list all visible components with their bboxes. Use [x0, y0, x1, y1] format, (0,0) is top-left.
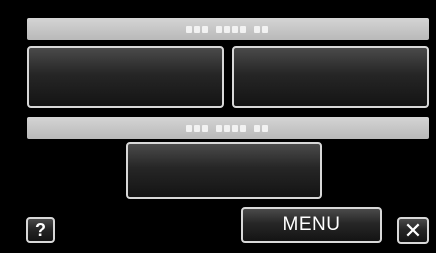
help-icon: ? — [35, 219, 46, 240]
title-bar-middle-text — [186, 124, 270, 132]
title-bar-middle — [27, 117, 429, 139]
option-button-3[interactable] — [126, 142, 322, 199]
menu-button[interactable]: MENU — [241, 207, 382, 243]
title-bar-top-text — [186, 25, 270, 33]
close-icon: ✕ — [403, 217, 423, 243]
option-button-2[interactable] — [232, 46, 429, 108]
option-button-1[interactable] — [27, 46, 224, 108]
title-bar-top — [27, 18, 429, 40]
help-button[interactable]: ? — [26, 217, 55, 243]
close-button[interactable]: ✕ — [397, 217, 429, 244]
menu-button-label: MENU — [282, 214, 341, 235]
